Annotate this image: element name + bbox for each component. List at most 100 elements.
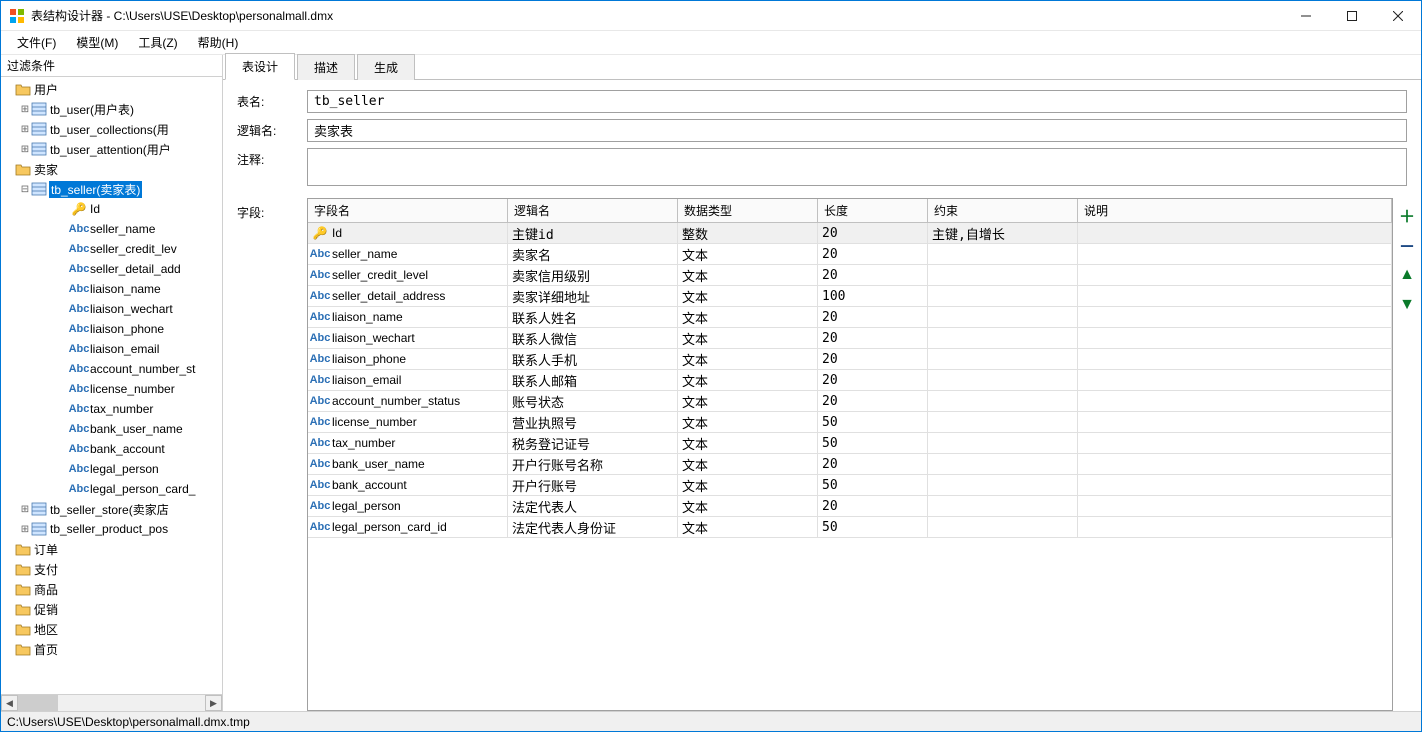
col-desc[interactable]: 说明 [1078,199,1392,222]
grid-row[interactable]: Abctax_number税务登记证号文本50 [308,433,1392,454]
col-logic[interactable]: 逻辑名 [508,199,678,222]
input-comment[interactable] [307,148,1407,186]
tree-item-table-tb-seller-product-pos[interactable]: ⊞tb_seller_product_pos [1,519,222,539]
tree-item-col-liaison-email[interactable]: Abcliaison_email [1,339,222,359]
grid-row[interactable]: 🔑Id主键id整数20主键,自增长 [308,223,1392,244]
grid-row[interactable]: Abcliaison_phone联系人手机文本20 [308,349,1392,370]
move-up-button[interactable]: ▲ [1398,266,1416,284]
tree-item-col-license-number[interactable]: Abclicense_number [1,379,222,399]
col-len[interactable]: 长度 [818,199,928,222]
tree-item-col-legal-person[interactable]: Abclegal_person [1,459,222,479]
cell-desc [1078,496,1392,516]
cell-name: account_number_status [332,394,460,408]
menu-tool[interactable]: 工具(Z) [128,31,187,54]
tree-item-col-liaison-wechart[interactable]: Abcliaison_wechart [1,299,222,319]
tree-item-col-liaison-phone[interactable]: Abcliaison_phone [1,319,222,339]
tree-item-col-account-number-status[interactable]: Abcaccount_number_st [1,359,222,379]
grid-row[interactable]: Abcliaison_wechart联系人微信文本20 [308,328,1392,349]
tree-item-col-liaison-name[interactable]: Abcliaison_name [1,279,222,299]
expander-icon[interactable]: ⊞ [19,144,31,155]
input-table-name[interactable] [307,90,1407,113]
tree[interactable]: 用户⊞tb_user(用户表)⊞tb_user_collections(用⊞tb… [1,77,222,694]
scroll-thumb[interactable] [18,695,58,711]
expander-icon[interactable]: ⊟ [19,184,31,195]
tree-hscroll[interactable]: ◀ ▶ [1,694,222,711]
cell-constraint [928,349,1078,369]
grid-row[interactable]: Abcbank_account开户行账号文本50 [308,475,1392,496]
cell-constraint: 主键,自增长 [928,223,1078,243]
tree-item-col-seller-name[interactable]: Abcseller_name [1,219,222,239]
tree-item-folder-home[interactable]: 首页 [1,639,222,659]
move-down-button[interactable]: ▼ [1398,296,1416,314]
grid-row[interactable]: Abclegal_person法定代表人文本20 [308,496,1392,517]
cell-desc [1078,433,1392,453]
cell-desc [1078,349,1392,369]
app-icon [9,8,25,24]
tree-item-folder-users[interactable]: 用户 [1,79,222,99]
filter-label[interactable]: 过滤条件 [1,55,222,77]
menu-file[interactable]: 文件(F) [7,31,66,54]
scroll-left-button[interactable]: ◀ [1,695,18,711]
cell-logic: 营业执照号 [508,412,678,432]
minimize-button[interactable] [1283,1,1329,30]
cell-type: 文本 [678,412,818,432]
grid-row[interactable]: Abclegal_person_card_id法定代表人身份证文本50 [308,517,1392,538]
cell-constraint [928,391,1078,411]
remove-row-button[interactable]: － [1398,236,1416,254]
expander-icon[interactable]: ⊞ [19,504,31,515]
tree-item-table-tb-seller-store[interactable]: ⊞tb_seller_store(卖家店 [1,499,222,519]
tree-item-folder-region[interactable]: 地区 [1,619,222,639]
grid-row[interactable]: Abcseller_detail_address卖家详细地址文本100 [308,286,1392,307]
expander-icon[interactable]: ⊞ [19,124,31,135]
fields-grid[interactable]: 字段名 逻辑名 数据类型 长度 约束 说明 🔑Id主键id整数20主键,自增长A… [307,198,1393,711]
tree-item-col-bank-account[interactable]: Abcbank_account [1,439,222,459]
add-row-button[interactable]: ＋ [1398,206,1416,224]
cell-len: 20 [818,244,928,264]
tree-item-col-legal-person-card-id[interactable]: Abclegal_person_card_ [1,479,222,499]
expander-icon[interactable]: ⊞ [19,524,31,535]
menu-help[interactable]: 帮助(H) [188,31,249,54]
input-logic-name[interactable] [307,119,1407,142]
tree-label: bank_user_name [89,422,184,436]
tree-label: legal_person_card_ [89,482,196,496]
grid-row[interactable]: Abcliaison_name联系人姓名文本20 [308,307,1392,328]
tab-gen[interactable]: 生成 [357,54,415,80]
tree-item-folder-goods[interactable]: 商品 [1,579,222,599]
tree-item-col-tax-number[interactable]: Abctax_number [1,399,222,419]
expander-icon[interactable]: ⊞ [19,104,31,115]
cell-len: 20 [818,370,928,390]
grid-row[interactable]: Abcseller_credit_level卖家信用级别文本20 [308,265,1392,286]
col-type[interactable]: 数据类型 [678,199,818,222]
tree-item-table-tb-user-collections[interactable]: ⊞tb_user_collections(用 [1,119,222,139]
maximize-button[interactable] [1329,1,1375,30]
col-name[interactable]: 字段名 [308,199,508,222]
tree-item-folder-sellers[interactable]: 卖家 [1,159,222,179]
tree-label: 地区 [33,621,59,638]
tree-item-table-tb-seller[interactable]: ⊟tb_seller(卖家表) [1,179,222,199]
tree-item-table-tb-user[interactable]: ⊞tb_user(用户表) [1,99,222,119]
close-button[interactable] [1375,1,1421,30]
menu-model[interactable]: 模型(M) [66,31,128,54]
scroll-right-button[interactable]: ▶ [205,695,222,711]
col-constraint[interactable]: 约束 [928,199,1078,222]
cell-desc [1078,223,1392,243]
tab-design[interactable]: 表设计 [225,53,295,80]
grid-row[interactable]: Abclicense_number营业执照号文本50 [308,412,1392,433]
grid-row[interactable]: Abcaccount_number_status账号状态文本20 [308,391,1392,412]
tree-item-col-bank-user-name[interactable]: Abcbank_user_name [1,419,222,439]
grid-row[interactable]: Abcbank_user_name开户行账号名称文本20 [308,454,1392,475]
grid-row[interactable]: Abcliaison_email联系人邮箱文本20 [308,370,1392,391]
tree-item-col-seller-credit-level[interactable]: Abcseller_credit_lev [1,239,222,259]
cell-type: 文本 [678,307,818,327]
tree-item-col-seller-detail-address[interactable]: Abcseller_detail_add [1,259,222,279]
tree-item-table-tb-user-attention[interactable]: ⊞tb_user_attention(用户 [1,139,222,159]
tree-icon [15,561,31,577]
tree-item-col-id[interactable]: 🔑Id [1,199,222,219]
tree-item-folder-pay[interactable]: 支付 [1,559,222,579]
abc-icon: Abc [69,343,90,355]
tree-item-folder-promo[interactable]: 促销 [1,599,222,619]
tree-item-folder-orders[interactable]: 订单 [1,539,222,559]
tab-desc[interactable]: 描述 [297,54,355,80]
cell-len: 100 [818,286,928,306]
grid-row[interactable]: Abcseller_name卖家名文本20 [308,244,1392,265]
